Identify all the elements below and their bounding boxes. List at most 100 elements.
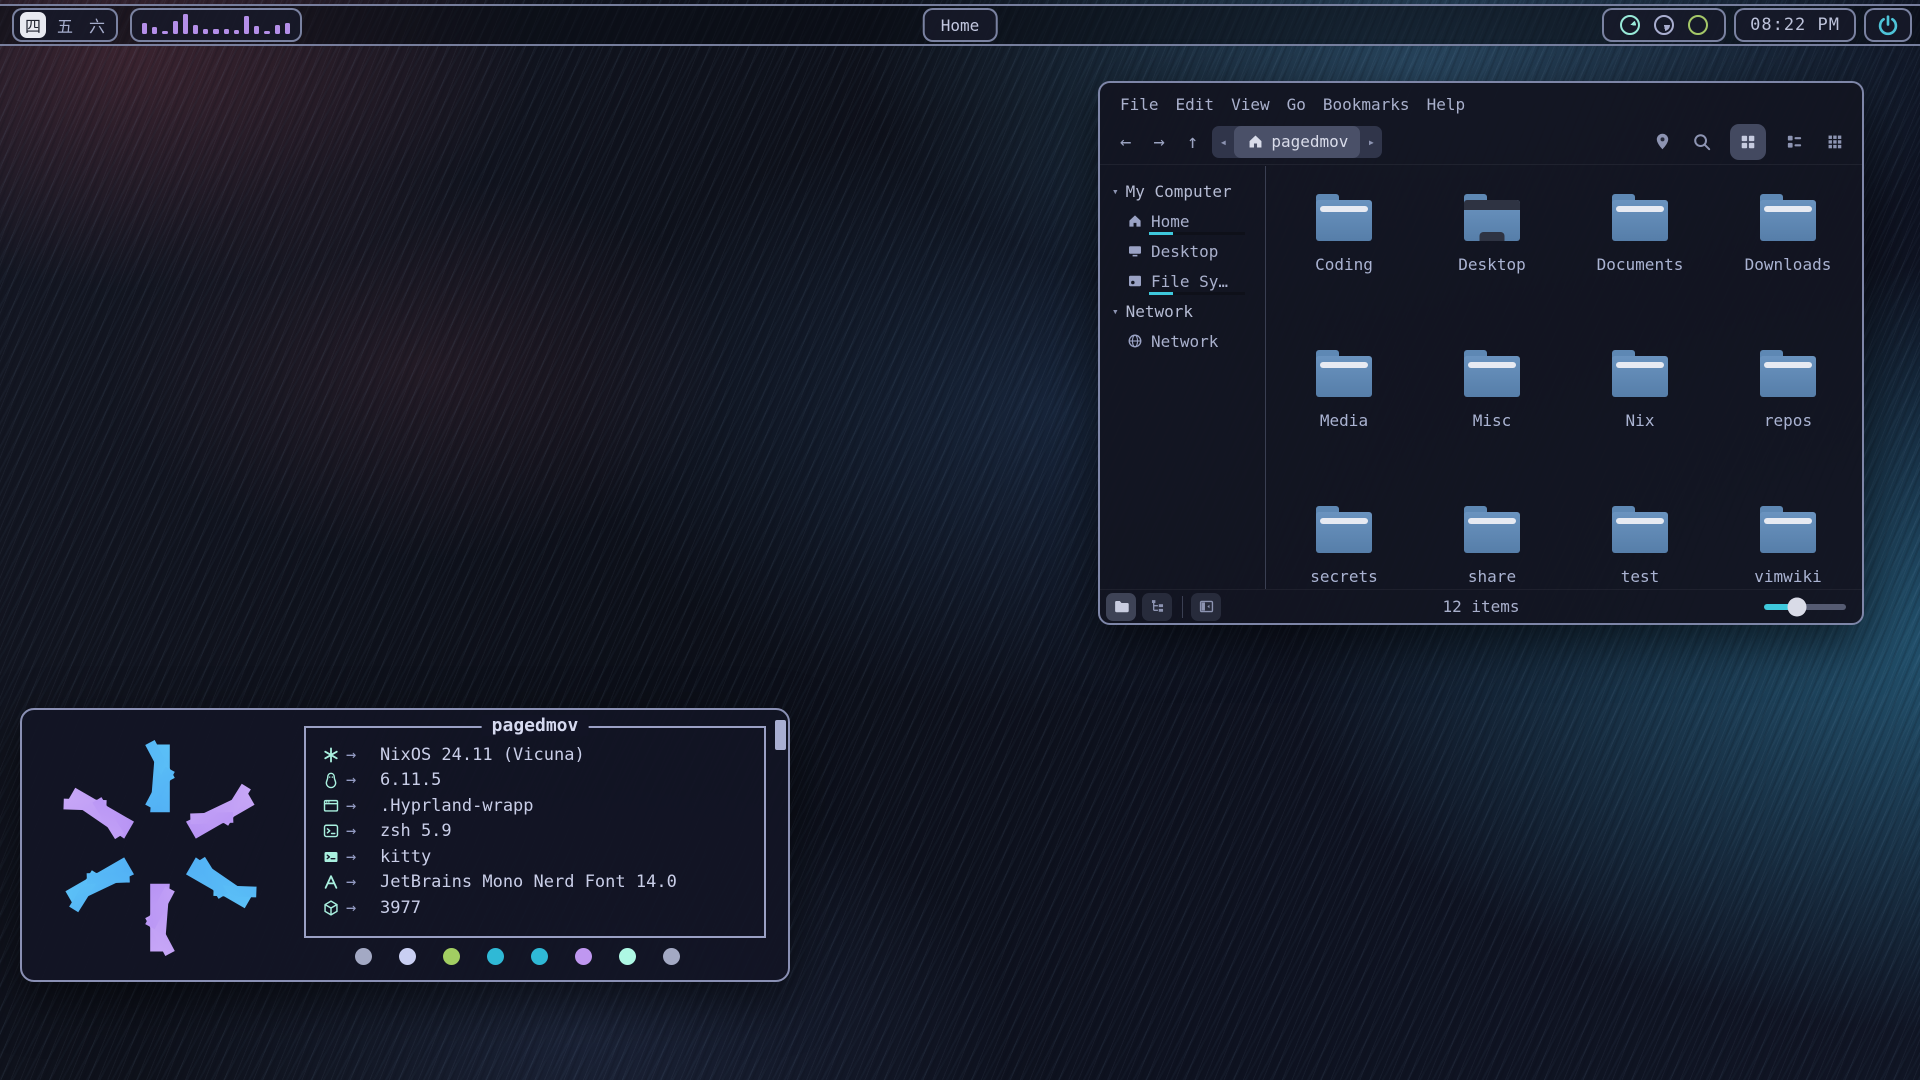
visualizer-bar <box>275 25 280 34</box>
fetch-value: .Hyprland-wrapp <box>380 796 534 816</box>
folder-coding[interactable]: Coding <box>1270 192 1418 342</box>
folder-icon <box>1316 506 1372 553</box>
terminal-window[interactable]: pagedmov →NixOS 24.11 (Vicuna)→6.11.5→.H… <box>20 708 790 982</box>
active-window-title: Home <box>923 8 998 42</box>
folder-label: vimwiki <box>1754 567 1821 586</box>
folder-repos[interactable]: repos <box>1714 348 1862 498</box>
visualizer-bar <box>213 29 218 34</box>
folder-grid: CodingDesktopDocuments Downloads Media Misc… <box>1270 192 1862 625</box>
folder-media[interactable]: Media <box>1270 348 1418 498</box>
sidebar-item-network[interactable]: Network <box>1126 326 1265 356</box>
path-segment-label: pagedmov <box>1271 132 1348 151</box>
tree-view-button[interactable] <box>1142 593 1172 621</box>
zoom-slider[interactable] <box>1764 604 1846 610</box>
folder-icon <box>1612 350 1668 397</box>
visualizer-bar <box>142 23 147 34</box>
sidebar-group-network[interactable]: ▾Network <box>1112 296 1265 326</box>
disk-usage-bar <box>1149 232 1245 235</box>
menu-edit[interactable]: Edit <box>1176 95 1215 114</box>
desktop: { "bar": { "workspaces": [ {"label": "四"… <box>0 0 1920 1080</box>
folder-label: Misc <box>1473 411 1512 430</box>
visualizer-bar <box>234 30 239 34</box>
sidebar-item-filesy[interactable]: File Sy… <box>1126 266 1265 296</box>
terminal-color-palette <box>355 948 680 965</box>
zoom-slider-thumb[interactable] <box>1787 597 1806 616</box>
bar-right-modules: 08:22 PM <box>1602 6 1920 44</box>
palette-dot <box>487 948 504 965</box>
menu-help[interactable]: Help <box>1427 95 1466 114</box>
arrow-icon: → <box>346 872 380 892</box>
path-scroll-right-icon[interactable]: ▸ <box>1360 135 1382 149</box>
folder-icon <box>1612 506 1668 553</box>
meter-fill <box>1658 19 1670 31</box>
folder-documents[interactable]: Documents <box>1566 192 1714 342</box>
toolbar: ← → ↑ ◂ pagedmov ▸ <box>1100 119 1862 165</box>
kernel-icon <box>322 771 346 789</box>
folder-label: secrets <box>1310 567 1377 586</box>
drive-icon <box>1126 269 1144 293</box>
places-sidebar: ▾My ComputerHomeDesktopFile Sy…▾NetworkN… <box>1100 166 1266 589</box>
arrow-icon: → <box>346 821 380 841</box>
meter-2-icon[interactable] <box>1654 15 1674 35</box>
up-button[interactable]: ↑ <box>1187 131 1198 153</box>
clock-label: 08:22 PM <box>1750 15 1840 35</box>
workspace-item[interactable]: 六 <box>84 12 110 38</box>
folder-desktop[interactable]: Desktop <box>1418 192 1566 342</box>
folder-icon <box>1464 350 1520 397</box>
detailed-view-button[interactable] <box>1822 130 1846 154</box>
folder-downloads[interactable]: Downloads <box>1714 192 1862 342</box>
folder-label: repos <box>1764 411 1812 430</box>
sidebar-item-label: Network <box>1151 332 1218 351</box>
palette-dot <box>355 948 372 965</box>
sidebar-item-desktop[interactable]: Desktop <box>1126 236 1265 266</box>
menu-bookmarks[interactable]: Bookmarks <box>1323 95 1410 114</box>
palette-dot <box>575 948 592 965</box>
folder-nix[interactable]: Nix <box>1566 348 1714 498</box>
menu-file[interactable]: File <box>1120 95 1159 114</box>
visualizer-bar <box>224 29 229 34</box>
meter-1-icon[interactable] <box>1620 15 1640 35</box>
palette-dot <box>399 948 416 965</box>
search-icon[interactable] <box>1690 130 1714 154</box>
folder-label: test <box>1621 567 1660 586</box>
folder-icon <box>1612 194 1668 241</box>
path-bar: ◂ pagedmov ▸ <box>1212 126 1382 158</box>
folder-misc[interactable]: Misc <box>1418 348 1566 498</box>
path-scroll-left-icon[interactable]: ◂ <box>1212 135 1234 149</box>
home-icon <box>1126 209 1144 233</box>
sidebar-item-home[interactable]: Home <box>1126 206 1265 236</box>
power-button[interactable] <box>1864 8 1912 42</box>
arrow-icon: → <box>346 898 380 918</box>
sidebar-group-label: My Computer <box>1126 182 1232 201</box>
menu-go[interactable]: Go <box>1287 95 1306 114</box>
top-bar: 四五六 Home 08:22 PM <box>0 4 1920 46</box>
visualizer-bar <box>264 31 269 34</box>
palette-dot <box>619 948 636 965</box>
folder-label: Nix <box>1626 411 1655 430</box>
compact-view-button[interactable] <box>1782 130 1806 154</box>
fastfetch-panel: pagedmov →NixOS 24.11 (Vicuna)→6.11.5→.H… <box>304 726 766 938</box>
menu-view[interactable]: View <box>1231 95 1270 114</box>
sidebar-group-my-computer[interactable]: ▾My Computer <box>1112 176 1265 206</box>
folder-icon <box>1316 350 1372 397</box>
forward-button[interactable]: → <box>1153 131 1164 153</box>
location-pin-icon[interactable] <box>1650 130 1674 154</box>
visualizer-bar <box>203 29 208 34</box>
meter-fill <box>1624 19 1636 31</box>
visualizer-bar <box>162 31 167 34</box>
fetch-row: →6.11.5 <box>322 768 764 794</box>
meter-3-icon[interactable] <box>1688 15 1708 35</box>
show-directories-button[interactable] <box>1106 593 1136 621</box>
sidebar-group-label: Network <box>1126 302 1193 321</box>
toggle-side-pane-button[interactable] <box>1191 593 1221 621</box>
workspace-item[interactable]: 五 <box>52 12 78 38</box>
window-title-label: Home <box>941 16 980 35</box>
back-button[interactable]: ← <box>1120 131 1131 153</box>
workspace-switcher: 四五六 <box>12 8 118 42</box>
path-segment-home[interactable]: pagedmov <box>1234 126 1360 158</box>
home-icon <box>1246 130 1264 154</box>
icon-view-button[interactable] <box>1730 124 1766 160</box>
workspace-active[interactable]: 四 <box>20 12 46 38</box>
fetch-value: JetBrains Mono Nerd Font 14.0 <box>380 872 677 892</box>
folder-label: Downloads <box>1745 255 1832 274</box>
